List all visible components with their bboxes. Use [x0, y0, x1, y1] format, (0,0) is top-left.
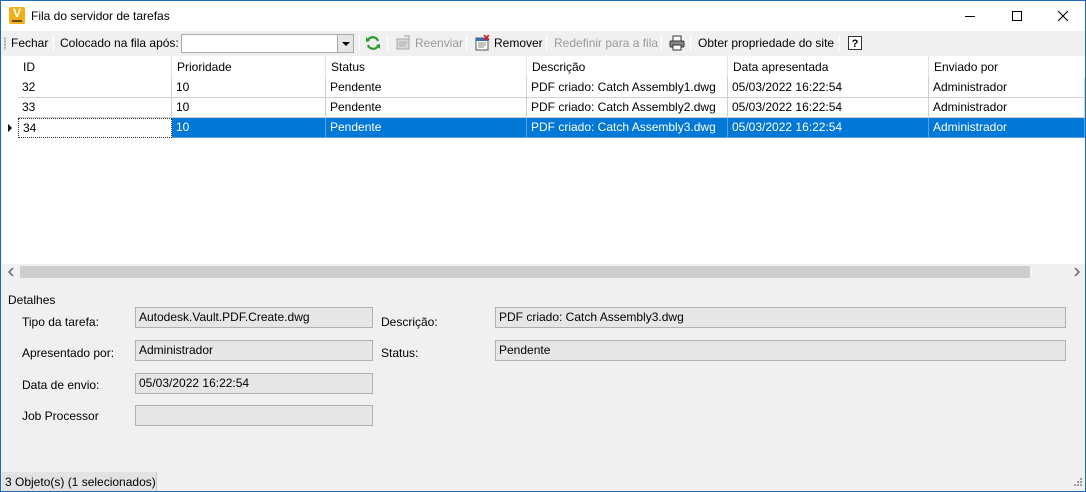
maximize-icon [1012, 11, 1022, 21]
chevron-right-icon [1074, 268, 1080, 276]
column-header-priority[interactable]: Prioridade [172, 56, 326, 78]
grid-header: ID Prioridade Status Descrição Data apre… [2, 56, 1085, 78]
close-icon [1057, 10, 1069, 22]
chevron-down-icon [341, 41, 350, 46]
queued-after-combo[interactable] [181, 34, 354, 53]
cell-date: 05/03/2022 16:22:54 [728, 78, 929, 98]
cell-id: 33 [18, 98, 172, 118]
task-queue-window: Fila do servidor de tarefas Fechar Coloc… [0, 0, 1086, 492]
window-title: Fila do servidor de tarefas [31, 9, 170, 23]
table-row[interactable]: 32 10 Pendente PDF criado: Catch Assembl… [2, 78, 1085, 98]
details-group-label: Detalhes [8, 293, 56, 307]
cell-date: 05/03/2022 16:22:54 [728, 98, 929, 118]
task-type-label: Tipo da tarefa: [22, 315, 99, 329]
reset-to-queue-button[interactable]: Redefinir para a fila [554, 34, 658, 52]
status-bar: 3 Objeto(s) (1 selecionados) [1, 471, 1085, 491]
cell-status: Pendente [326, 118, 527, 138]
toolbar: Fechar Colocado na fila após: Reenviar R… [1, 31, 1085, 55]
toolbar-separator [546, 35, 547, 51]
description-label: Descrição: [381, 315, 438, 329]
cell-id: 34 [18, 118, 172, 138]
refresh-icon[interactable] [365, 35, 381, 51]
cell-priority: 10 [172, 98, 326, 118]
toolbar-separator [387, 35, 388, 51]
table-row-selected[interactable]: 34 10 Pendente PDF criado: Catch Assembl… [2, 118, 1085, 138]
minimize-button[interactable] [947, 1, 993, 31]
toolbar-separator [466, 35, 467, 51]
toolbar-grip[interactable] [4, 37, 6, 50]
vault-app-icon [9, 6, 25, 24]
get-site-property-button[interactable]: Obter propriedade do site [698, 34, 834, 52]
toolbar-separator [839, 35, 840, 51]
column-header-sent-by[interactable]: Enviado por [929, 56, 1085, 78]
send-date-field[interactable]: 05/03/2022 16:22:54 [135, 373, 373, 394]
resend-icon[interactable] [395, 35, 411, 51]
cell-sent-by: Administrador [929, 78, 1085, 98]
cell-description: PDF criado: Catch Assembly1.dwg [527, 78, 728, 98]
send-date-label: Data de envio: [22, 378, 100, 392]
combo-dropdown-button[interactable] [337, 35, 353, 52]
cell-description: PDF criado: Catch Assembly2.dwg [527, 98, 728, 118]
toolbar-separator [661, 35, 662, 51]
queued-after-label: Colocado na fila após: [60, 36, 179, 50]
toolbar-separator [359, 35, 360, 51]
help-glyph: ? [852, 38, 859, 50]
job-processor-label: Job Processor [22, 409, 99, 423]
task-type-field[interactable]: Autodesk.Vault.PDF.Create.dwg [135, 307, 373, 328]
resize-grip-icon[interactable] [1071, 477, 1083, 489]
scroll-right-button[interactable] [1068, 264, 1085, 280]
title-bar[interactable]: Fila do servidor de tarefas [1, 1, 1085, 31]
object-count-status: 3 Objeto(s) (1 selecionados) [2, 472, 157, 491]
close-window-button[interactable] [1040, 1, 1086, 31]
cell-status: Pendente [326, 78, 527, 98]
scroll-left-button[interactable] [2, 264, 19, 280]
cell-priority: 10 [172, 118, 326, 138]
details-panel: Detalhes Tipo da tarefa: Autodesk.Vault.… [2, 283, 1085, 471]
close-button[interactable]: Fechar [11, 34, 48, 52]
description-field[interactable]: PDF criado: Catch Assembly3.dwg [495, 307, 1066, 328]
cell-sent-by: Administrador [929, 98, 1085, 118]
task-grid: ID Prioridade Status Descrição Data apre… [2, 56, 1085, 264]
cell-sent-by: Administrador [929, 118, 1085, 138]
cell-description: PDF criado: Catch Assembly3.dwg [527, 118, 728, 138]
toolbar-separator [690, 35, 691, 51]
job-processor-field[interactable] [135, 405, 373, 426]
column-header-status[interactable]: Status [326, 56, 527, 78]
maximize-button[interactable] [994, 1, 1040, 31]
cell-id: 32 [18, 78, 172, 98]
scroll-thumb[interactable] [20, 266, 1030, 278]
column-header-date[interactable]: Data apresentada [728, 56, 929, 78]
submitted-by-label: Apresentado por: [22, 346, 115, 360]
table-row[interactable]: 33 10 Pendente PDF criado: Catch Assembl… [2, 98, 1085, 118]
resend-button[interactable]: Reenviar [415, 34, 463, 52]
chevron-left-icon [7, 268, 13, 276]
status-label: Status: [381, 346, 419, 360]
minimize-icon [965, 15, 975, 17]
status-field[interactable]: Pendente [495, 340, 1066, 361]
print-icon[interactable] [669, 35, 685, 51]
cell-date: 05/03/2022 16:22:54 [728, 118, 929, 138]
horizontal-scrollbar[interactable] [2, 264, 1085, 280]
submitted-by-field[interactable]: Administrador [135, 340, 373, 361]
cell-priority: 10 [172, 78, 326, 98]
current-row-indicator-icon [8, 124, 12, 132]
help-icon[interactable]: ? [847, 35, 863, 51]
remove-icon[interactable] [474, 35, 490, 51]
column-header-id[interactable]: ID [18, 56, 172, 78]
column-header-description[interactable]: Descrição [527, 56, 728, 78]
toolbar-separator [53, 35, 54, 51]
remove-button[interactable]: Remover [494, 34, 543, 52]
cell-status: Pendente [326, 98, 527, 118]
